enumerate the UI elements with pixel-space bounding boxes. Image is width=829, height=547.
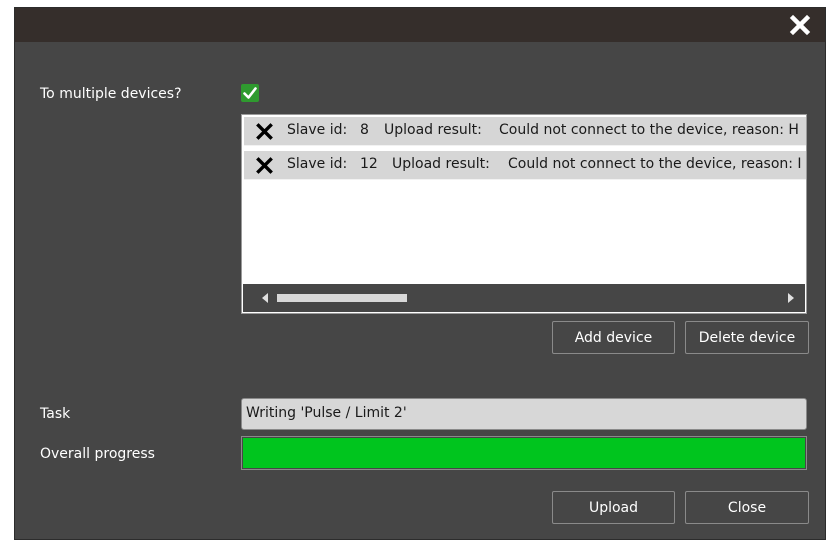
slave-id-label: Slave id: [287, 122, 348, 138]
horizontal-scrollbar[interactable] [243, 284, 805, 312]
overall-progress-label: Overall progress [40, 446, 155, 462]
upload-result-value: Could not connect to the device, reason:… [499, 122, 799, 138]
close-icon[interactable] [789, 14, 811, 36]
device-row[interactable]: Slave id: 8 Upload result: Could not con… [244, 117, 806, 146]
scrollbar-thumb[interactable] [277, 294, 407, 302]
device-row[interactable]: Slave id: 12 Upload result: Could not co… [244, 151, 806, 180]
upload-result-label: Upload result: [384, 122, 482, 138]
slave-id-value: 8 [360, 122, 369, 138]
progress-fill [243, 438, 805, 468]
scroll-right-arrow-icon[interactable] [785, 292, 797, 304]
device-list[interactable]: Slave id: 8 Upload result: Could not con… [241, 114, 807, 314]
add-device-button[interactable]: Add device [552, 321, 675, 354]
overall-progress-bar [241, 436, 807, 470]
delete-device-button[interactable]: Delete device [685, 321, 809, 354]
upload-button[interactable]: Upload [552, 491, 675, 524]
upload-dialog: To multiple devices? Slave id: 8 Upload … [15, 8, 825, 539]
scroll-left-arrow-icon[interactable] [259, 292, 271, 304]
multiple-devices-label: To multiple devices? [40, 86, 182, 102]
upload-result-value: Could not connect to the device, reason:… [508, 156, 802, 172]
dialog-titlebar [15, 8, 825, 42]
task-field: Writing 'Pulse / Limit 2' [241, 398, 807, 430]
error-x-icon [256, 123, 273, 140]
task-label: Task [40, 406, 71, 422]
checkmark-icon [243, 87, 257, 99]
error-x-icon [256, 157, 273, 174]
multiple-devices-checkbox[interactable] [241, 84, 259, 102]
slave-id-value: 12 [360, 156, 378, 172]
slave-id-label: Slave id: [287, 156, 348, 172]
close-button[interactable]: Close [685, 491, 809, 524]
upload-result-label: Upload result: [392, 156, 490, 172]
